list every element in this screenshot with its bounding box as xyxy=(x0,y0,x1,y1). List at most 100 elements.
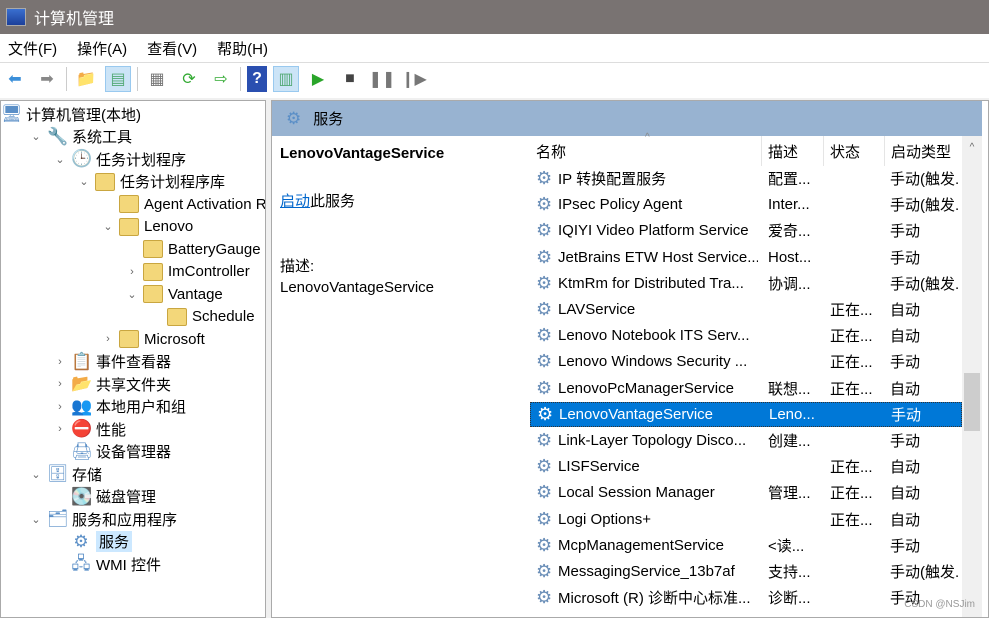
forward-arrow-icon[interactable]: ➡ xyxy=(34,66,60,92)
service-row[interactable]: ⚙ LenovoPcManagerService 联想... 正在... 自动 xyxy=(530,376,962,401)
tree-item[interactable]: Schedule xyxy=(149,306,255,328)
up-folder-icon[interactable]: 📁 xyxy=(73,66,99,92)
service-row[interactable]: ⚙ LAVService 正在... 自动 xyxy=(530,297,962,322)
refresh-icon[interactable]: ⟳ xyxy=(176,66,202,92)
service-detail: LenovoVantageService 启动此服务 描述: LenovoVan… xyxy=(280,145,530,296)
tree-item[interactable]: BatteryGauge xyxy=(125,238,261,260)
service-row[interactable]: ⚙ LenovoVantageService Leno... 手动 xyxy=(530,401,962,427)
tree-item[interactable]: 🖥 计算机管理(本地) xyxy=(1,103,141,125)
service-gear-icon: ⚙ xyxy=(536,377,553,398)
service-row[interactable]: ⚙ KtmRm for Distributed Tra... 协调... 手动(触发. xyxy=(530,271,962,296)
service-row[interactable]: ⚙ Lenovo Windows Security ... 正在... 手动 xyxy=(530,349,962,374)
tree-item-label: Microsoft xyxy=(144,330,205,348)
scroll-up-icon[interactable]: ^ xyxy=(962,142,982,153)
service-row[interactable]: ⚙ Logi Options+ 正在... 自动 xyxy=(530,507,962,532)
service-startup-type: 手动 xyxy=(890,433,921,450)
stop-service-icon[interactable]: ■ xyxy=(337,66,363,92)
chevron-icon[interactable]: › xyxy=(101,333,115,345)
chevron-icon[interactable]: ⌄ xyxy=(53,153,67,166)
tree-item[interactable]: 🖧 WMI 控件 xyxy=(53,553,161,575)
restart-service-icon[interactable]: ❙▶ xyxy=(401,66,427,92)
tree-item[interactable]: › 👥 本地用户和组 xyxy=(53,396,186,418)
service-row[interactable]: ⚙ MessagingService_13b7af 支持... 手动(触发. xyxy=(530,559,962,584)
tree-item-label: Agent Activation Rur xyxy=(144,195,266,213)
chevron-icon[interactable]: › xyxy=(53,423,67,435)
service-row[interactable]: ⚙ Microsoft (R) 诊断中心标准... 诊断... 手动 xyxy=(530,585,962,610)
properties-icon[interactable]: ▦ xyxy=(144,66,170,92)
show-action-pane-icon[interactable]: ▥ xyxy=(273,65,299,92)
chevron-icon[interactable]: ⌄ xyxy=(29,130,43,143)
chevron-icon[interactable]: ⌄ xyxy=(29,513,43,526)
service-row[interactable]: ⚙ LISFService 正在... 自动 xyxy=(530,454,962,479)
toolbar-divider xyxy=(240,66,241,91)
chevron-icon[interactable]: ⌄ xyxy=(125,288,139,301)
tree-item[interactable]: › ImController xyxy=(125,261,250,283)
service-row[interactable]: ⚙ IP 转换配置服务 配置... 手动(触发. xyxy=(530,166,962,191)
menu-help[interactable]: 帮助(H) xyxy=(217,38,268,59)
tree-item[interactable]: 💽 磁盘管理 xyxy=(53,486,156,508)
service-row[interactable]: ⚙ Local Session Manager 管理... 正在... 自动 xyxy=(530,480,962,505)
tree-item[interactable]: ⚙ 服务 xyxy=(53,531,133,553)
chevron-icon[interactable]: ⌄ xyxy=(101,220,115,233)
show-hide-tree-icon[interactable]: ▤ xyxy=(105,65,131,92)
export-list-icon[interactable]: ⇨ xyxy=(208,66,234,92)
service-startup-type: 手动(触发. xyxy=(890,197,960,215)
wmi-icon: 🖧 xyxy=(71,554,91,573)
start-service-link[interactable]: 启动 xyxy=(280,193,310,210)
service-row[interactable]: ⚙ IPsec Policy Agent Inter... 手动(触发. xyxy=(530,192,962,217)
menu-action[interactable]: 操作(A) xyxy=(77,38,127,59)
tree-item[interactable]: ⌄ Lenovo xyxy=(101,216,193,238)
navigation-tree: 🖥 计算机管理(本地) ⌄ 🔧 系统工具 ⌄ 🕒 任务计划程序 ⌄ 任务计划程序库 Agent Ac… xyxy=(0,100,266,618)
service-row[interactable]: ⚙ Lenovo Notebook ITS Serv... 正在... 自动 xyxy=(530,323,962,348)
service-description: 支持... xyxy=(768,564,811,581)
service-row[interactable]: ⚙ JetBrains ETW Host Service... Host... 手动 xyxy=(530,245,962,270)
menu-view[interactable]: 查看(V) xyxy=(147,38,197,59)
column-header-name[interactable]: 名称 xyxy=(530,136,762,166)
service-row[interactable]: ⚙ Link-Layer Topology Disco... 创建... 手动 xyxy=(530,428,962,453)
service-row[interactable]: ⚙ McpManagementService <读... 手动 xyxy=(530,533,962,558)
back-arrow-icon[interactable]: ⬅ xyxy=(2,66,28,92)
help-icon[interactable]: ? xyxy=(247,65,267,92)
service-gear-icon: ⚙ xyxy=(536,456,553,477)
title-bar: 计算机管理 xyxy=(0,0,989,34)
tree-item[interactable]: › ⛔ 性能 xyxy=(53,418,126,440)
chevron-icon[interactable]: ⌄ xyxy=(77,175,91,188)
tree-item[interactable]: ⌄ 🕒 任务计划程序 xyxy=(53,148,186,170)
service-startup-type: 自动 xyxy=(890,459,921,477)
tree-item[interactable]: 🖨 设备管理器 xyxy=(53,441,171,463)
service-status: 正在... xyxy=(830,459,873,477)
tree-item[interactable]: ⌄ 任务计划程序库 xyxy=(77,171,225,193)
service-name: JetBrains ETW Host Service... xyxy=(558,248,758,266)
gear-icon: ⚙ xyxy=(73,531,89,551)
tree-item[interactable]: › Microsoft xyxy=(101,328,205,350)
chevron-icon[interactable]: › xyxy=(53,401,67,413)
vertical-scrollbar[interactable]: ^ xyxy=(962,136,982,617)
tree-item[interactable]: Agent Activation Rur xyxy=(101,193,266,215)
service-name: LenovoPcManagerService xyxy=(558,379,734,397)
tree-item-label: Schedule xyxy=(192,308,255,325)
column-header-description[interactable]: 描述 xyxy=(762,136,824,166)
service-row[interactable]: ⚙ IQIYI Video Platform Service 爱奇... 手动 xyxy=(530,218,962,243)
start-service-icon[interactable]: ▶ xyxy=(305,66,331,92)
menu-file[interactable]: 文件(F) xyxy=(8,38,57,59)
tree-item-label: 设备管理器 xyxy=(96,444,172,461)
chevron-icon[interactable]: ⌄ xyxy=(29,468,43,481)
service-name: LAVService xyxy=(558,301,636,318)
chevron-icon[interactable]: › xyxy=(125,266,139,278)
window-title: 计算机管理 xyxy=(34,11,115,28)
chevron-icon[interactable]: › xyxy=(53,356,67,368)
column-header-startup-type[interactable]: 启动类型 xyxy=(885,136,962,166)
column-header-status[interactable]: 状态 xyxy=(824,136,885,166)
service-startup-type: 自动 xyxy=(890,511,921,529)
tree-item[interactable]: › 📋 事件查看器 xyxy=(53,351,171,373)
tree-item[interactable]: › 📂 共享文件夹 xyxy=(53,373,171,395)
storage-icon: 🗄 xyxy=(47,464,69,483)
pause-service-icon[interactable]: ❚❚ xyxy=(369,66,396,92)
tree-item[interactable]: ⌄ 🔧 系统工具 xyxy=(29,126,132,148)
service-startup-type: 手动 xyxy=(890,249,921,267)
chevron-icon[interactable]: › xyxy=(53,378,67,390)
scrollbar-thumb[interactable] xyxy=(964,373,980,431)
tree-item[interactable]: ⌄ 🗄 存储 xyxy=(29,463,102,485)
tree-item[interactable]: ⌄ 🗂 服务和应用程序 xyxy=(29,508,177,530)
tree-item[interactable]: ⌄ Vantage xyxy=(125,283,223,305)
